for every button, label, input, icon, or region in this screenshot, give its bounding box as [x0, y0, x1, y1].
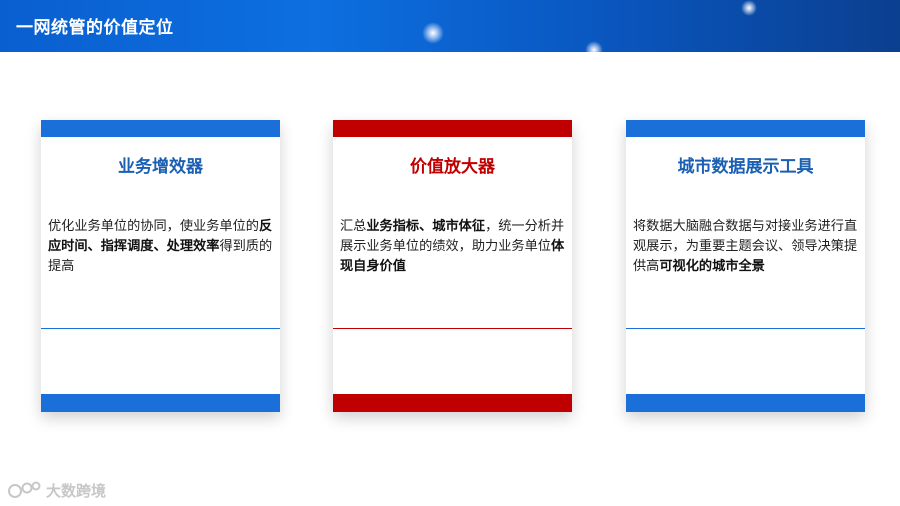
- sparkle-decoration: [585, 41, 603, 52]
- brand-logo-icon: [8, 481, 41, 498]
- card-body: 优化业务单位的协同，使业务单位的反应时间、指挥调度、处理效率得到质的提高: [48, 217, 276, 277]
- card-top-bar: [41, 120, 280, 137]
- page-title: 一网统管的价值定位: [16, 18, 174, 38]
- card-body-highlight: 可视化的城市全景: [659, 259, 765, 274]
- card-value-amplifier: 价值放大器 汇总业务指标、城市体征，统一分析并展示业务单位的绩效，助力业务单位体…: [333, 120, 572, 412]
- card-body-text: 汇总: [340, 219, 367, 234]
- card-body-text: 优化业务单位的协同，使业务单位的: [48, 219, 259, 234]
- card-top-bar: [333, 120, 572, 137]
- card-divider: [626, 328, 865, 329]
- card-title: 价值放大器: [410, 157, 495, 177]
- card-bottom-bar: [41, 394, 280, 412]
- card-body: 汇总业务指标、城市体征，统一分析并展示业务单位的绩效，助力业务单位体现自身价值: [340, 217, 568, 277]
- watermark-text: 大数跨境: [46, 481, 107, 500]
- card-divider: [333, 328, 572, 329]
- header-bar: 一网统管的价值定位: [0, 0, 900, 52]
- card-city-data-display: 城市数据展示工具 将数据大脑融合数据与对接业务进行直观展示，为重要主题会议、领导…: [626, 120, 865, 412]
- card-divider: [41, 328, 280, 329]
- card-business-efficiency: 业务增效器 优化业务单位的协同，使业务单位的反应时间、指挥调度、处理效率得到质的…: [41, 120, 280, 412]
- card-bottom-bar: [626, 394, 865, 412]
- card-body: 将数据大脑融合数据与对接业务进行直观展示，为重要主题会议、领导决策提供高可视化的…: [633, 217, 861, 277]
- card-title: 业务增效器: [118, 157, 203, 177]
- sparkle-decoration: [741, 0, 757, 16]
- watermark: 大数跨境: [8, 479, 106, 501]
- card-top-bar: [626, 120, 865, 137]
- card-bottom-bar: [333, 394, 572, 412]
- card-body-highlight: 业务指标、城市体征: [366, 219, 486, 234]
- sparkle-decoration: [422, 22, 444, 44]
- card-title: 城市数据展示工具: [677, 157, 814, 177]
